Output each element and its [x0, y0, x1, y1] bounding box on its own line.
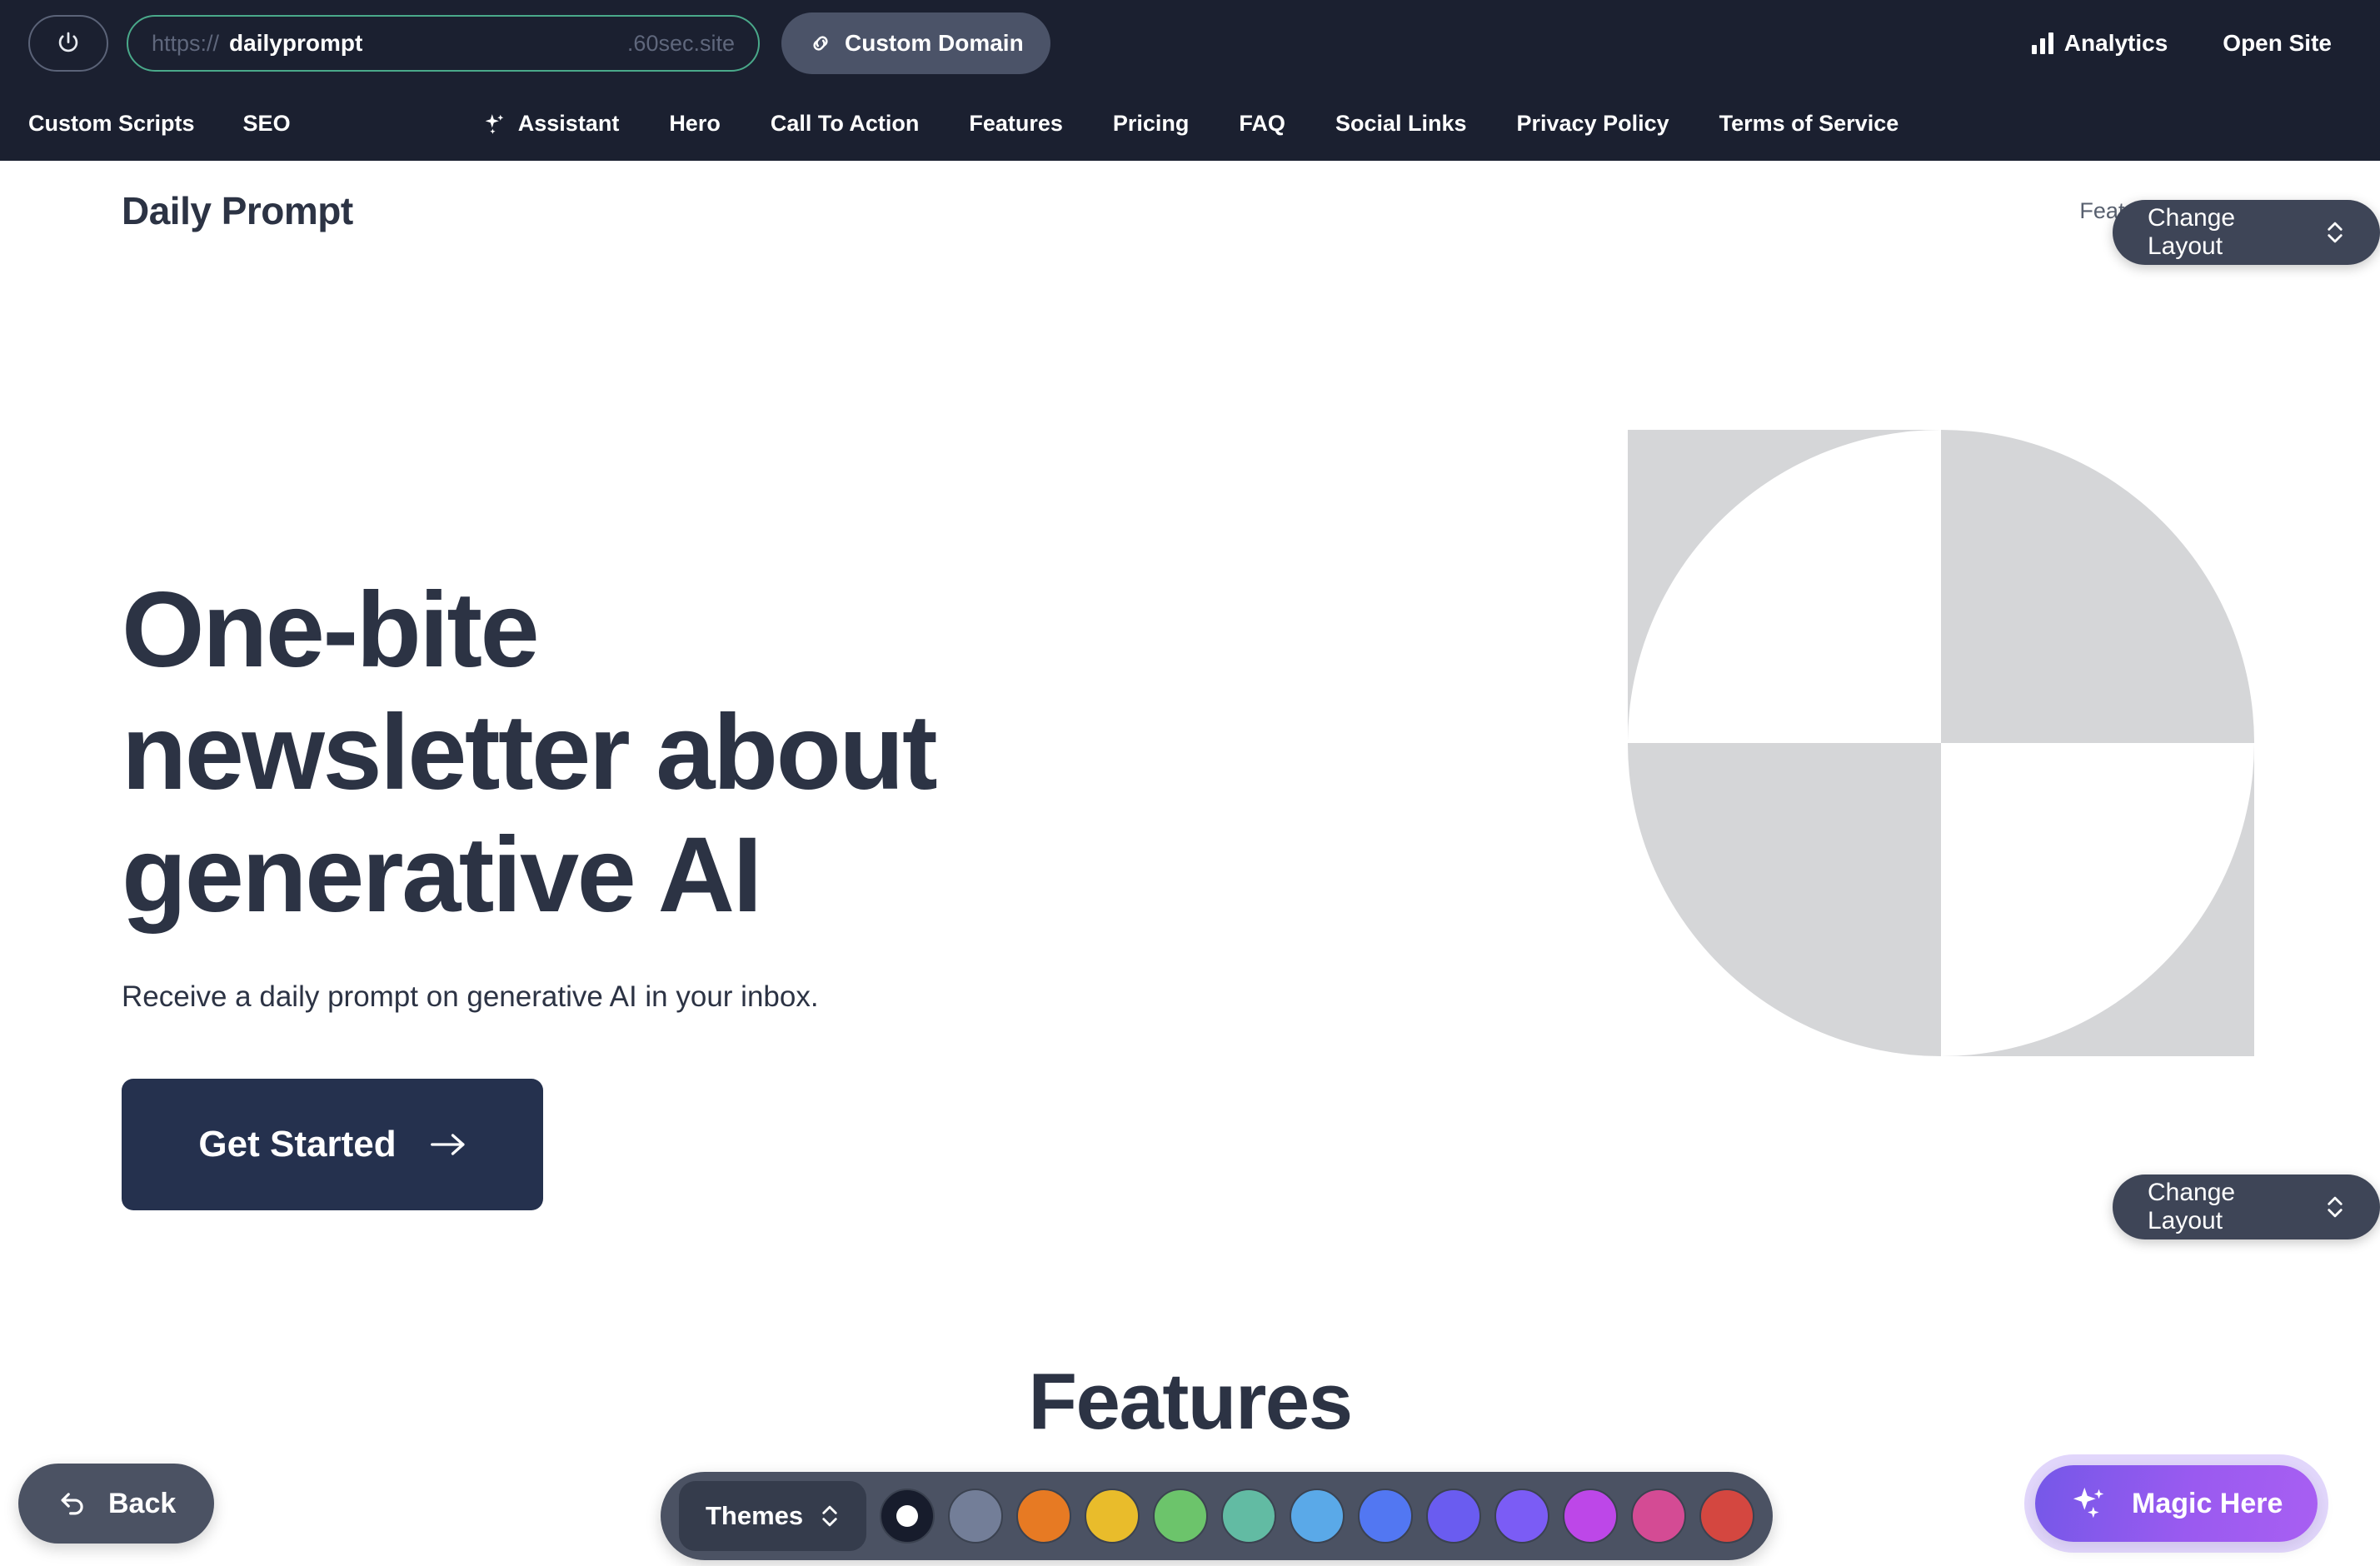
- graphic-quadrant-top-right: [1941, 430, 2254, 743]
- nav-item-features[interactable]: Features: [969, 111, 1063, 137]
- chevron-up-down-icon: [2328, 222, 2343, 243]
- link-icon: [813, 36, 828, 51]
- app-top-bar: https:// dailyprompt .60sec.site Custom …: [0, 0, 2380, 87]
- change-layout-button-header[interactable]: Change Layout: [2113, 200, 2380, 265]
- themes-label: Themes: [706, 1501, 804, 1530]
- theme-swatch-selected-indicator: [896, 1505, 919, 1527]
- nav-item-call-to-action[interactable]: Call To Action: [771, 111, 920, 137]
- site-url-input[interactable]: https:// dailyprompt .60sec.site: [127, 15, 760, 72]
- graphic-quadrant-bottom-right: [1941, 743, 2254, 1056]
- change-layout-label: Change Layout: [2148, 204, 2236, 260]
- open-site-button[interactable]: Open Site: [2223, 30, 2332, 57]
- magic-here-button[interactable]: Magic Here: [2035, 1465, 2318, 1542]
- theme-swatch-green[interactable]: [1153, 1489, 1209, 1544]
- theme-swatch-violet[interactable]: [1494, 1489, 1550, 1544]
- hero-subtitle: Receive a daily prompt on generative AI …: [122, 980, 819, 1013]
- nav-item-seo[interactable]: SEO: [243, 111, 291, 137]
- hero-text-block: One-bite newsletter about generative AI …: [122, 286, 1163, 1210]
- url-subdomain-value: dailyprompt: [229, 30, 363, 56]
- back-label: Back: [108, 1487, 177, 1519]
- top-bar-actions: Analytics Open Site: [2031, 30, 2352, 57]
- undo-arrow-icon: [61, 1493, 83, 1515]
- arrow-right-icon: [430, 1133, 465, 1155]
- power-button[interactable]: [28, 15, 108, 72]
- site-preview-canvas: Daily Prompt Features FAQ One-bite newsl…: [0, 161, 2380, 1566]
- site-logo: Daily Prompt: [122, 189, 353, 232]
- nav-item-social-links[interactable]: Social Links: [1335, 111, 1467, 137]
- theme-swatch-pink[interactable]: [1631, 1489, 1687, 1544]
- theme-swatch-magenta[interactable]: [1563, 1489, 1619, 1544]
- bar-chart-icon: [2031, 32, 2053, 54]
- theme-swatch-indigo[interactable]: [1426, 1489, 1482, 1544]
- nav-item-faq[interactable]: FAQ: [1239, 111, 1285, 137]
- nav-item-assistant[interactable]: Assistant: [481, 111, 620, 137]
- assistant-label: Assistant: [517, 111, 620, 136]
- chevron-up-down-icon: [2328, 1196, 2343, 1218]
- get-started-label: Get Started: [198, 1123, 397, 1165]
- magic-here-label: Magic Here: [2132, 1487, 2283, 1519]
- themes-select[interactable]: Themes: [679, 1481, 867, 1551]
- theme-swatch-red[interactable]: [1699, 1489, 1755, 1544]
- graphic-quadrant-bottom-left: [1628, 743, 1941, 1056]
- nav-left-group: Custom Scripts SEO: [28, 111, 291, 137]
- editor-nav-bar: Custom Scripts SEO Assistant Hero Call T…: [0, 87, 2380, 161]
- custom-domain-label: Custom Domain: [845, 30, 1024, 56]
- hero-abstract-graphic: [1628, 430, 2254, 1056]
- change-layout-button-hero[interactable]: Change Layout: [2113, 1174, 2380, 1239]
- theme-swatch-list: [880, 1489, 1755, 1544]
- theme-swatch-dark[interactable]: [880, 1489, 936, 1544]
- power-icon: [58, 32, 78, 52]
- theme-swatch-orange[interactable]: [1016, 1489, 1072, 1544]
- nav-item-hero[interactable]: Hero: [669, 111, 721, 137]
- analytics-button[interactable]: Analytics: [2031, 30, 2168, 57]
- theme-swatch-blue[interactable]: [1358, 1489, 1414, 1544]
- url-protocol: https://: [152, 30, 220, 56]
- chevron-up-down-icon: [822, 1505, 837, 1527]
- features-section-heading: Features: [1028, 1357, 1353, 1446]
- theme-swatch-teal[interactable]: [1221, 1489, 1277, 1544]
- nav-item-custom-scripts[interactable]: Custom Scripts: [28, 111, 195, 137]
- graphic-quadrant-top-left: [1628, 430, 1941, 743]
- custom-domain-button[interactable]: Custom Domain: [781, 12, 1050, 74]
- nav-item-privacy-policy[interactable]: Privacy Policy: [1517, 111, 1669, 137]
- get-started-button[interactable]: Get Started: [122, 1078, 543, 1210]
- theme-swatch-slate[interactable]: [948, 1489, 1004, 1544]
- site-header: Daily Prompt Features FAQ: [0, 161, 2380, 261]
- nav-section-group: Assistant Hero Call To Action Features P…: [481, 111, 1899, 137]
- themes-toolbar: Themes: [661, 1472, 1774, 1560]
- nav-item-pricing[interactable]: Pricing: [1113, 111, 1190, 137]
- back-button[interactable]: Back: [18, 1464, 215, 1544]
- theme-swatch-yellow[interactable]: [1085, 1489, 1140, 1544]
- analytics-label: Analytics: [2063, 30, 2168, 56]
- theme-swatch-sky[interactable]: [1290, 1489, 1345, 1544]
- nav-item-terms-of-service[interactable]: Terms of Service: [1719, 111, 1899, 137]
- url-domain-suffix: .60sec.site: [626, 30, 735, 56]
- sparkles-icon: [2073, 1487, 2104, 1519]
- change-layout-label: Change Layout: [2148, 1179, 2236, 1234]
- hero-title: One-bite newsletter about generative AI: [122, 571, 938, 935]
- sparkle-icon: [485, 113, 503, 134]
